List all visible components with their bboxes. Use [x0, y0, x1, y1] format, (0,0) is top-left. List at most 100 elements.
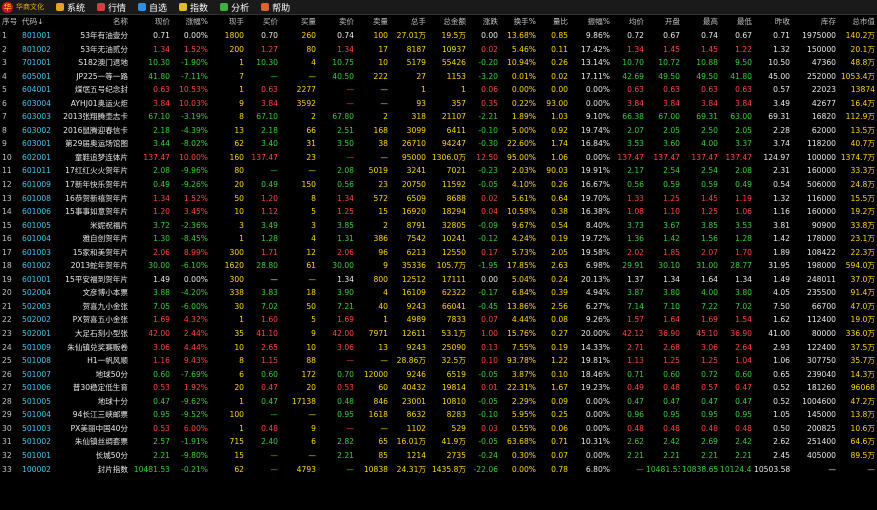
cell-name: 17红红火火贺年片: [65, 166, 128, 176]
table-row[interactable]: 28 501005 地球十分 0.47 -9.62% 1 0.47 17138 0.48 846 2…: [0, 395, 877, 409]
header-sv[interactable]: 卖量: [356, 15, 388, 29]
table-row[interactable]: 2 801002 53年无油贰分 1.34 1.52% 200 1.27 80 1.34 17 81…: [0, 43, 877, 57]
table-row[interactable]: 7 603003 2013张翔腾壶志卡 67.10 -3.19% 8 67.10 2 67.80…: [0, 110, 877, 124]
header-inv[interactable]: 库存: [792, 15, 836, 29]
header-vol[interactable]: 现手: [210, 15, 244, 29]
header-bv[interactable]: 买量: [280, 15, 316, 29]
cell-code: 601011: [22, 166, 51, 176]
table-row[interactable]: 3 701001 S182澳门退地 10.30 -1.90% 1 10.30 4 10.75 10…: [0, 56, 877, 70]
table-row[interactable]: 10 602001 童鞋追梦连体片 137.47 10.00% 160 137.47 23 — —…: [0, 151, 877, 165]
header-name[interactable]: 名称: [58, 15, 128, 29]
table-row[interactable]: 20 502004 文彦博小本票 3.88 -4.20% 338 3.83 18 3.90 4 16…: [0, 286, 877, 300]
table-row[interactable]: 12 601009 17新年快乐贺年片 0.49 -9.26% 20 0.49 150 0.56…: [0, 178, 877, 192]
table-row[interactable]: 27 501006 普30稳定低生育 0.53 1.92% 20 0.47 20 0.53 60 4…: [0, 381, 877, 395]
header-op[interactable]: 开盘: [646, 15, 680, 29]
cell-tv: 89.5万: [850, 450, 875, 460]
cell-pc: 0.52: [773, 396, 790, 406]
cell-hi: 0.63: [701, 85, 718, 95]
cell-tv: 16.4万: [850, 98, 875, 108]
table-row[interactable]: 8 603002 2016鼠腾迎春信卡 2.18 -4.39% 13 2.18 66 2.51 1…: [0, 124, 877, 138]
cell-price: 3.06: [153, 342, 170, 352]
header-code[interactable]: 代码↓: [22, 15, 58, 29]
cell-amt: 66041: [441, 301, 466, 311]
table-row[interactable]: 1 801001 53年有油壹分 0.71 0.00% 1800 0.70 260 0.74 10…: [0, 29, 877, 43]
cell-chg: 9.43%: [183, 356, 208, 366]
menu-item-4[interactable]: 分析: [214, 0, 255, 14]
cell-tv: 19.0万: [850, 315, 875, 325]
header-amt[interactable]: 总金额: [428, 15, 466, 29]
cell-amp: 16.84%: [581, 139, 610, 149]
cell-spd: -0.05: [478, 437, 498, 447]
cell-amt: 32.5万: [441, 356, 466, 366]
cell-tot: 5179: [406, 58, 426, 68]
table-row[interactable]: 22 502002 PX贺喜五小金张 1.69 4.32% 1 1.60 5 1.69 1 4989…: [0, 313, 877, 327]
cell-pc: 2.93: [773, 342, 790, 352]
table-row[interactable]: 33 100002 封片指数 10481.53 -0.21% 62 — 4793 — 10838 2…: [0, 463, 877, 477]
table-row[interactable]: 15 601005 米妮祝福片 3.72 -2.36% 3 3.49 3 3.85 2 8791 32…: [0, 219, 877, 233]
menu-item-5[interactable]: 帮助: [255, 0, 296, 14]
table-row[interactable]: 18 601002 2013蛇年贺年片 30.00 -6.10% 1620 28.80 61 3…: [0, 259, 877, 273]
table-row[interactable]: 5 604001 煤氓五号纪念封 0.63 10.53% 1 0.63 2277 — — 1 1 0.0…: [0, 83, 877, 97]
table-row[interactable]: 19 601001 15平安福到贺年片 1.49 0.00% 300 — — 1.34 800 12…: [0, 273, 877, 287]
cell-tv: 33.3万: [850, 166, 875, 176]
header-avg[interactable]: 均价: [612, 15, 644, 29]
header-sp[interactable]: 卖价: [318, 15, 354, 29]
cell-price: 1.34: [153, 193, 170, 203]
table-row[interactable]: 21 502003 贺喜九小金张 7.05 -6.00% 30 7.02 50 7.21 40 92…: [0, 300, 877, 314]
table-row[interactable]: 31 501002 朱仙镇丝绸套票 2.57 -1.91% 715 2.40 6 2.82 65 1…: [0, 435, 877, 449]
cell-avg: 2.02: [627, 247, 644, 257]
cell-lo: 1.70: [735, 247, 752, 257]
cell-price: 3.88: [153, 288, 170, 298]
table-row[interactable]: 26 501007 地球50分 0.60 -7.69% 6 0.60 172 0.70 12000…: [0, 368, 877, 382]
cell-tot: 1102: [406, 423, 426, 433]
header-pc[interactable]: 昨收: [754, 15, 790, 29]
header-bp[interactable]: 买价: [244, 15, 278, 29]
cell-vol: 8: [239, 112, 244, 122]
cell-idx: 19: [2, 274, 12, 284]
table-row[interactable]: 9 603001 第29届奥运场馆图 3.44 -8.02% 62 3.40 31 3.50 38…: [0, 137, 877, 151]
cell-sp: 7.21: [337, 301, 354, 311]
cell-bv: —: [308, 450, 316, 460]
header-tot[interactable]: 总手: [390, 15, 426, 29]
menu-item-3[interactable]: 指数: [173, 0, 214, 14]
cell-bv: 9: [311, 423, 316, 433]
header-spd[interactable]: 涨跌: [468, 15, 498, 29]
table-row[interactable]: 23 502001 大足石刻小型张 42.00 2.44% 35 41.10 9 42.00 79…: [0, 327, 877, 341]
table-row[interactable]: 32 501001 长城50分 2.21 -9.80% 15 — — 2.21 85 1214 273…: [0, 449, 877, 463]
menu-item-1[interactable]: 行情: [91, 0, 132, 14]
cell-chg: -9.96%: [181, 166, 208, 176]
table-row[interactable]: 29 501004 94长江三峡邮票 0.95 -9.52% 100 — — 0.95 1618 8…: [0, 408, 877, 422]
cell-price: 137.47: [143, 152, 170, 162]
header-chg[interactable]: 涨幅%: [172, 15, 208, 29]
table-row[interactable]: 16 601004 雅自创贺年片 1.30 -8.45% 1 1.28 4 1.31 386 754…: [0, 232, 877, 246]
cell-sv: 800: [373, 274, 389, 284]
header-vr[interactable]: 量比: [538, 15, 568, 29]
cell-bv: 3: [311, 220, 316, 230]
header-to[interactable]: 换手%: [500, 15, 536, 29]
table-row[interactable]: 11 601011 17红红火火贺年片 2.08 -9.96% 80 — — 2.08 5019 3…: [0, 164, 877, 178]
menu-item-2[interactable]: 自选: [132, 0, 173, 14]
table-row[interactable]: 4 605001 JP225一等一路 41.80 -7.11% 7 — — 40.50 222 27…: [0, 70, 877, 84]
cell-hi: 1.25: [701, 356, 718, 366]
table-row[interactable]: 24 501009 朱仙镇兑奖赛贩卷 3.06 4.44% 10 2.65 10 3.06 13 9…: [0, 341, 877, 355]
cell-bv: 150: [301, 180, 317, 190]
table-row[interactable]: 30 501003 PX美丽中国40分 0.53 6.00% 1 0.48 9 — — 1102 52…: [0, 422, 877, 436]
cell-spd: -0.45: [478, 301, 498, 311]
cell-inv: 160000: [807, 207, 836, 217]
header-idx[interactable]: 序号: [2, 15, 18, 29]
table-row[interactable]: 14 601006 15事事如意贺年片 1.20 3.45% 10 1.12 5 1.25 15 1…: [0, 205, 877, 219]
header-hi[interactable]: 最高: [682, 15, 718, 29]
cell-chg: -4.39%: [181, 125, 208, 135]
menu-item-0[interactable]: 系统: [50, 0, 91, 14]
table-row[interactable]: 17 601003 15家和美贺年片 2.06 8.99% 300 1.71 12 2.06 96…: [0, 246, 877, 260]
header-tv[interactable]: 总市值: [838, 15, 875, 29]
header-lo[interactable]: 最低: [720, 15, 752, 29]
header-amp[interactable]: 振幅%: [570, 15, 610, 29]
header-price[interactable]: 现价: [128, 15, 170, 29]
table-row[interactable]: 6 603004 AYHJ01奥运火炬 3.84 10.03% 9 3.84 3592 — — 93…: [0, 97, 877, 111]
table-row[interactable]: 25 501008 H1一帆风顺 1.16 9.43% 8 1.15 88 — — 28.86万 32…: [0, 354, 877, 368]
table-row[interactable]: 13 601008 16恭贺新禧贺年片 1.34 1.52% 50 1.20 8 1.34 572…: [0, 192, 877, 206]
cell-sp: 3.06: [337, 342, 354, 352]
cell-vr: 0.64: [551, 193, 568, 203]
cell-pc: 0.52: [773, 383, 790, 393]
